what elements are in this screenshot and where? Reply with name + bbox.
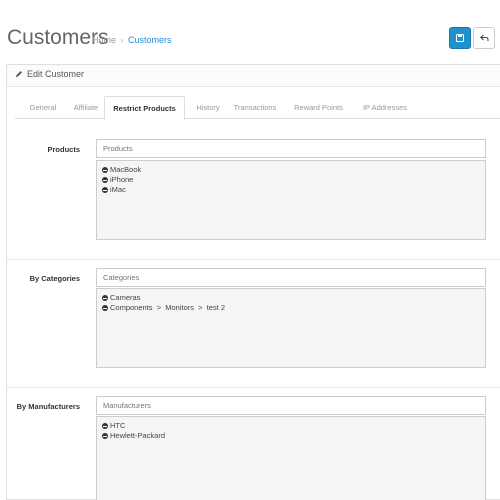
reply-arrow-icon [479,34,489,41]
section-divider [7,387,500,388]
products-autocomplete-input[interactable] [96,139,486,158]
categories-label: By Categories [29,274,80,283]
manufacturer-name: Hewlett-Packard [110,431,166,440]
product-name: MacBook [110,165,142,174]
section-divider [7,259,500,260]
panel-title: Edit Customer [15,69,84,79]
page-header: Customers Home › Customers [0,20,500,60]
tab-general[interactable]: General [23,96,63,119]
categories-well: Cameras Components > Monitors > test 2 [96,288,486,368]
categories-autocomplete-input[interactable] [96,268,486,287]
breadcrumb-customers-link[interactable]: Customers [128,35,172,45]
list-item: Hewlett-Packard [102,431,480,441]
page: Customers Home › Customers Edit Customer [0,0,500,500]
manufacturer-name: HTC [110,421,126,430]
edit-customer-panel: Edit Customer General Affiliate Restrict… [6,64,500,500]
panel-heading: Edit Customer [7,65,500,87]
remove-circle-icon[interactable] [102,305,108,311]
list-item: HTC [102,421,480,431]
products-well: MacBook iPhone iMac [96,160,486,240]
tab-transactions[interactable]: Transactions [230,96,280,119]
remove-circle-icon[interactable] [102,423,108,429]
category-name: Cameras [110,293,141,302]
tab-affiliate[interactable]: Affiliate [66,96,106,119]
manufacturers-autocomplete-input[interactable] [96,396,486,415]
remove-circle-icon[interactable] [102,187,108,193]
back-button[interactable] [473,27,495,49]
breadcrumb-home-link[interactable]: Home [92,35,116,45]
list-item: Components > Monitors > test 2 [102,303,480,313]
product-name: iPhone [110,175,134,184]
remove-circle-icon[interactable] [102,167,108,173]
floppy-disk-icon [456,34,464,42]
panel-title-text: Edit Customer [27,69,85,79]
list-item: Cameras [102,293,480,303]
breadcrumb-separator: › [120,35,124,45]
category-name: Components > Monitors > test 2 [110,303,226,312]
tab-ip-addresses[interactable]: IP Addresses [358,96,412,119]
breadcrumb: Home › Customers [92,35,172,45]
manufacturers-label: By Manufacturers [16,402,80,411]
tab-reward-points[interactable]: Reward Points [291,96,346,119]
customer-tabs: General Affiliate Restrict Products Hist… [15,96,500,120]
list-item: MacBook [102,165,480,175]
products-label: Products [47,145,80,154]
list-item: iPhone [102,175,480,185]
product-name: iMac [110,185,126,194]
remove-circle-icon[interactable] [102,433,108,439]
remove-circle-icon[interactable] [102,295,108,301]
pencil-icon [16,71,22,77]
list-item: iMac [102,185,480,195]
tab-restrict-products[interactable]: Restrict Products [104,96,185,120]
tab-history[interactable]: History [190,96,226,119]
manufacturers-well: HTC Hewlett-Packard [96,416,486,500]
save-button[interactable] [449,27,471,49]
remove-circle-icon[interactable] [102,177,108,183]
